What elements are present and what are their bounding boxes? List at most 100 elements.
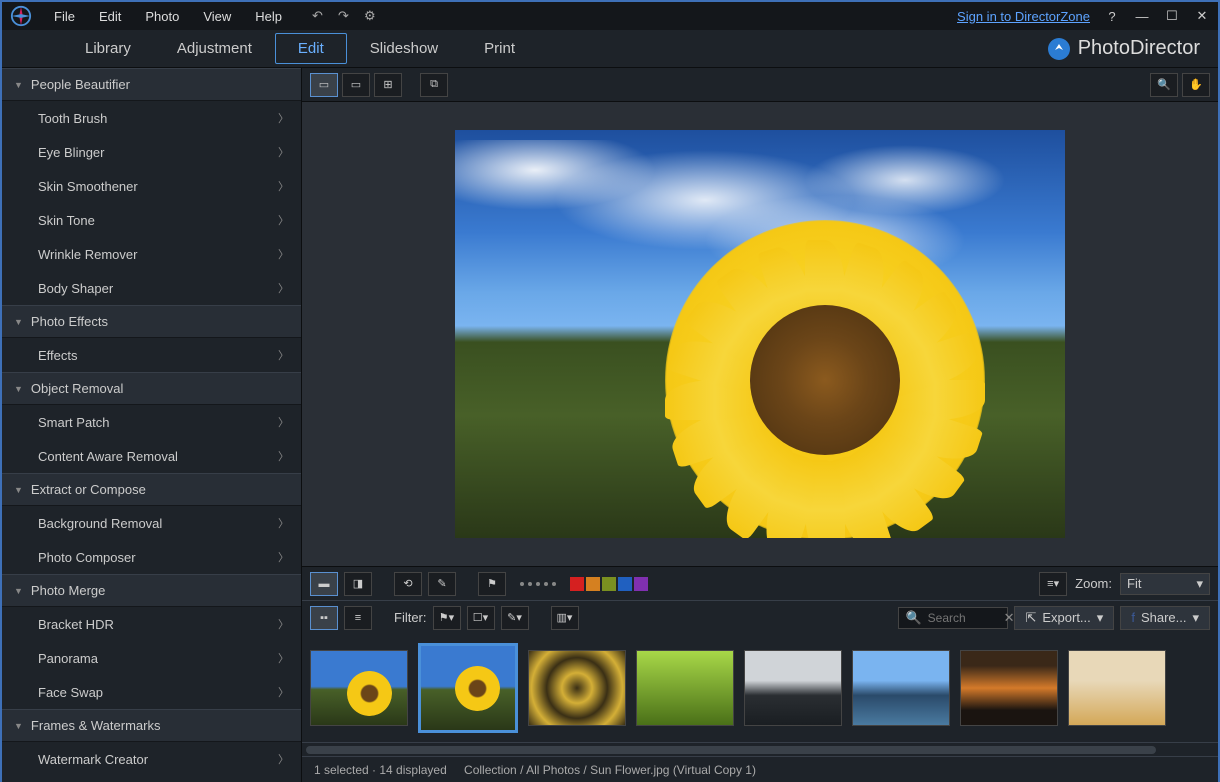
menu-help[interactable]: Help (245, 5, 292, 28)
rotate-icon[interactable]: ⟲ (394, 572, 422, 596)
tool-0-4[interactable]: Wrinkle Remover〉 (2, 237, 301, 271)
menu-view[interactable]: View (193, 5, 241, 28)
tool-4-2[interactable]: Face Swap〉 (2, 675, 301, 709)
thumbnail-4[interactable] (636, 650, 734, 726)
menu-photo[interactable]: Photo (135, 5, 189, 28)
view-mirror-icon[interactable]: ⧉ (420, 73, 448, 97)
sidebar: ▼People BeautifierTooth Brush〉Eye Blinge… (2, 68, 302, 782)
hand-tool-icon[interactable]: ✋ (1182, 73, 1210, 97)
chevron-right-icon: 〉 (278, 246, 289, 262)
close-icon[interactable]: ✕ (1194, 9, 1210, 23)
chevron-right-icon: 〉 (278, 414, 289, 430)
thumb-view-2-icon[interactable]: ≡ (344, 606, 372, 630)
redo-icon[interactable]: ↷ (338, 8, 354, 24)
category-4[interactable]: ▼Photo Merge (2, 574, 301, 607)
flag-icon[interactable]: ⚑ (478, 572, 506, 596)
tool-0-3[interactable]: Skin Tone〉 (2, 203, 301, 237)
thumbnail-strip[interactable] (302, 634, 1218, 742)
zoom-tool-icon[interactable]: 🔍 (1150, 73, 1178, 97)
thumbnail-3[interactable] (528, 650, 626, 726)
filter-stack-icon[interactable]: ▥▾ (551, 606, 579, 630)
sort-icon[interactable]: ≡▾ (1039, 572, 1067, 596)
layout-2-icon[interactable]: ◨ (344, 572, 372, 596)
search-icon: 🔍 (905, 610, 921, 626)
tab-edit[interactable]: Edit (275, 33, 347, 64)
view-single-icon[interactable]: ▭ (310, 73, 338, 97)
zoom-select[interactable]: Fit▾ (1120, 573, 1210, 595)
tool-0-5[interactable]: Body Shaper〉 (2, 271, 301, 305)
tool-0-1[interactable]: Eye Blinger〉 (2, 135, 301, 169)
color-swatch-4[interactable] (634, 577, 648, 591)
statusbar: 1 selected · 14 displayed Collection / A… (302, 756, 1218, 782)
main: ▼People BeautifierTooth Brush〉Eye Blinge… (2, 68, 1218, 782)
thumb-scrollbar[interactable] (302, 742, 1218, 756)
thumbnail-8[interactable] (1068, 650, 1166, 726)
chevron-right-icon: 〉 (278, 549, 289, 565)
color-swatch-3[interactable] (618, 577, 632, 591)
export-button[interactable]: ⇱Export...▾ (1014, 606, 1114, 630)
category-0[interactable]: ▼People Beautifier (2, 68, 301, 101)
tool-5-1[interactable]: Watermark Templates〉 (2, 776, 301, 782)
tool-4-0[interactable]: Bracket HDR〉 (2, 607, 301, 641)
clear-search-icon[interactable]: ✕ (1004, 610, 1015, 626)
filter-box-icon[interactable]: ☐▾ (467, 606, 495, 630)
tool-0-0[interactable]: Tooth Brush〉 (2, 101, 301, 135)
thumbnail-6[interactable] (852, 650, 950, 726)
menu-file[interactable]: File (44, 5, 85, 28)
photo-preview (455, 130, 1065, 538)
filter-flag-icon[interactable]: ⚑▾ (433, 606, 461, 630)
thumbnail-7[interactable] (960, 650, 1058, 726)
search-box[interactable]: 🔍 ✕ (898, 607, 1008, 629)
thumbnail-2[interactable] (418, 643, 518, 733)
maximize-icon[interactable]: ☐ (1164, 9, 1180, 23)
chevron-right-icon: 〉 (278, 650, 289, 666)
tool-0-2[interactable]: Skin Smoothener〉 (2, 169, 301, 203)
chevron-right-icon: 〉 (278, 280, 289, 296)
color-swatch-1[interactable] (586, 577, 600, 591)
brand-text: PhotoDirector (1078, 37, 1200, 60)
view-grid-icon[interactable]: ⊞ (374, 73, 402, 97)
tool-3-1[interactable]: Photo Composer〉 (2, 540, 301, 574)
color-labels (570, 577, 648, 591)
rating-dots[interactable] (520, 582, 556, 586)
tab-library[interactable]: Library (62, 33, 154, 64)
category-2[interactable]: ▼Object Removal (2, 372, 301, 405)
tool-1-0[interactable]: Effects〉 (2, 338, 301, 372)
color-swatch-2[interactable] (602, 577, 616, 591)
thumbnail-5[interactable] (744, 650, 842, 726)
signin-link[interactable]: Sign in to DirectorZone (957, 9, 1090, 24)
status-selection: 1 selected · 14 displayed (314, 763, 447, 777)
category-3[interactable]: ▼Extract or Compose (2, 473, 301, 506)
chevron-down-icon: ▼ (14, 384, 23, 394)
undo-icon[interactable]: ↶ (312, 8, 328, 24)
tool-3-0[interactable]: Background Removal〉 (2, 506, 301, 540)
category-1[interactable]: ▼Photo Effects (2, 305, 301, 338)
title-tools: ↶ ↷ ⚙ (312, 8, 380, 24)
color-swatch-0[interactable] (570, 577, 584, 591)
tab-print[interactable]: Print (461, 33, 538, 64)
help-icon[interactable]: ? (1104, 9, 1120, 23)
share-button[interactable]: fShare...▾ (1120, 606, 1210, 630)
filter-label: Filter: (394, 610, 427, 625)
filter-brush-icon[interactable]: ✎▾ (501, 606, 529, 630)
tool-2-0[interactable]: Smart Patch〉 (2, 405, 301, 439)
tool-5-0[interactable]: Watermark Creator〉 (2, 742, 301, 776)
menu-edit[interactable]: Edit (89, 5, 131, 28)
tool-2-1[interactable]: Content Aware Removal〉 (2, 439, 301, 473)
settings-icon[interactable]: ⚙ (364, 8, 380, 24)
thumbnail-1[interactable] (310, 650, 408, 726)
layout-1-icon[interactable]: ▬ (310, 572, 338, 596)
chevron-right-icon: 〉 (278, 448, 289, 464)
tab-adjustment[interactable]: Adjustment (154, 33, 275, 64)
tool-4-1[interactable]: Panorama〉 (2, 641, 301, 675)
chevron-down-icon: ▼ (14, 721, 23, 731)
view-compare-icon[interactable]: ▭ (342, 73, 370, 97)
category-5[interactable]: ▼Frames & Watermarks (2, 709, 301, 742)
tab-slideshow[interactable]: Slideshow (347, 33, 461, 64)
filter-bar: ▪▪ ≡ Filter: ⚑▾ ☐▾ ✎▾ ▥▾ 🔍 ✕ ⇱Export...▾… (302, 600, 1218, 634)
preview-area[interactable] (302, 102, 1218, 566)
search-input[interactable] (928, 611, 998, 625)
minimize-icon[interactable]: — (1134, 9, 1150, 23)
thumb-view-1-icon[interactable]: ▪▪ (310, 606, 338, 630)
brush-icon[interactable]: ✎ (428, 572, 456, 596)
